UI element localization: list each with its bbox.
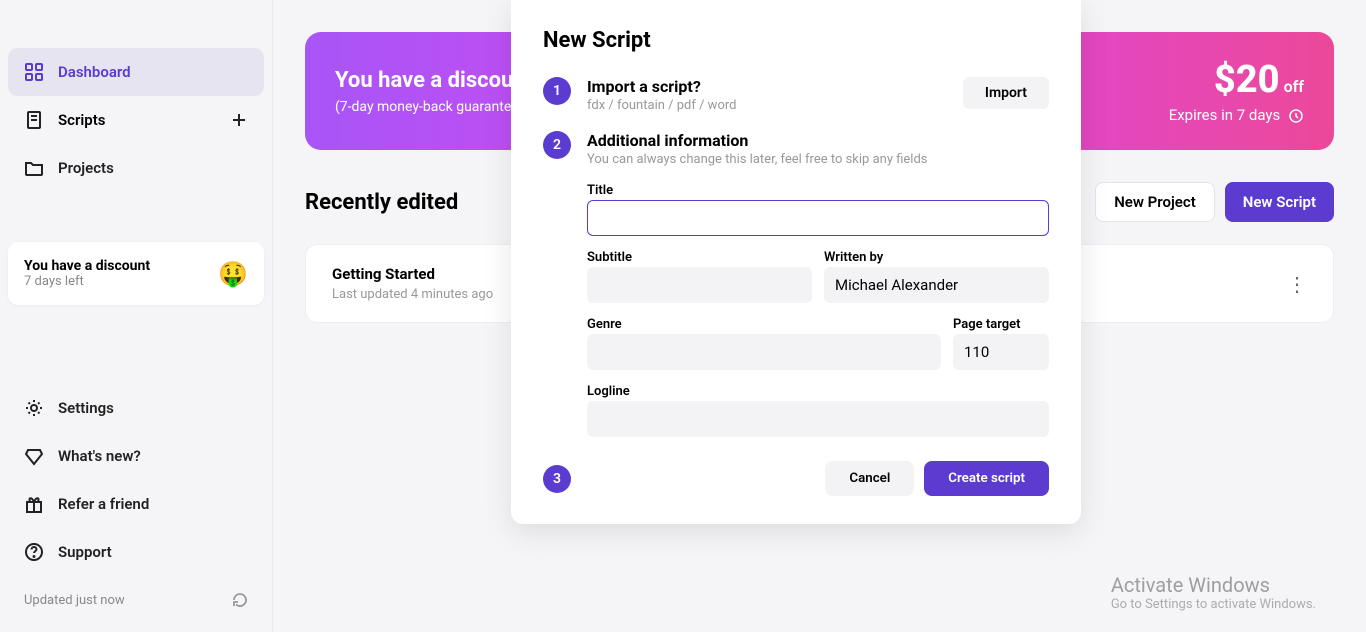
sidebar-item-refer[interactable]: Refer a friend — [8, 480, 264, 528]
sidebar-item-label: Support — [58, 543, 112, 561]
modal-title: New Script — [543, 28, 1049, 53]
card-sub: Last updated 4 minutes ago — [332, 287, 493, 302]
discount-title: You have a discount — [24, 258, 150, 274]
sidebar-item-dashboard[interactable]: Dashboard — [8, 48, 264, 96]
sidebar-item-label: What's new? — [58, 447, 141, 465]
sidebar-item-support[interactable]: Support — [8, 528, 264, 576]
banner-price: $20 — [1214, 58, 1280, 102]
banner-sub: (7-day money-back guarantee) — [335, 99, 533, 115]
title-label: Title — [587, 183, 1049, 198]
step-2-badge: 2 — [543, 131, 571, 159]
sidebar-item-label: Refer a friend — [58, 495, 149, 513]
cancel-button[interactable]: Cancel — [825, 461, 914, 496]
new-project-button[interactable]: New Project — [1095, 182, 1215, 222]
folder-icon — [24, 158, 44, 178]
step-2-title: Additional information — [587, 131, 1049, 150]
refresh-icon[interactable] — [232, 592, 248, 608]
sidebar-item-label: Projects — [58, 159, 114, 177]
sidebar-item-label: Settings — [58, 399, 114, 417]
section-heading: Recently edited — [305, 190, 458, 215]
sidebar: Dashboard Scripts Projects You have a di… — [0, 0, 273, 632]
sidebar-item-settings[interactable]: Settings — [8, 384, 264, 432]
gift-icon — [24, 494, 44, 514]
sidebar-item-whatsnew[interactable]: What's new? — [8, 432, 264, 480]
updated-text: Updated just now — [24, 593, 125, 608]
help-icon — [24, 542, 44, 562]
money-face-icon: 🤑 — [218, 260, 248, 288]
genre-input[interactable] — [587, 334, 941, 370]
gear-icon — [24, 398, 44, 418]
add-script-button[interactable] — [230, 111, 248, 129]
pagetarget-input[interactable] — [953, 334, 1049, 370]
sidebar-item-label: Dashboard — [58, 63, 131, 81]
sidebar-item-scripts[interactable]: Scripts — [8, 96, 264, 144]
writtenby-label: Written by — [824, 250, 1049, 265]
clock-icon — [1288, 108, 1304, 124]
step-1-title: Import a script? — [587, 77, 736, 96]
create-script-button[interactable]: Create script — [924, 461, 1049, 496]
subtitle-input[interactable] — [587, 267, 812, 303]
pagetarget-label: Page target — [953, 317, 1049, 332]
card-title: Getting Started — [332, 265, 493, 283]
step-2-sub: You can always change this later, feel f… — [587, 152, 1049, 167]
discount-sub: 7 days left — [24, 274, 150, 289]
new-script-modal: New Script 1 Import a script? fdx / foun… — [511, 0, 1081, 524]
banner-expires: Expires in 7 days — [1169, 106, 1281, 124]
banner-title: You have a discount — [335, 68, 533, 93]
discount-card[interactable]: You have a discount 7 days left 🤑 — [8, 242, 264, 305]
sidebar-item-label: Scripts — [58, 111, 105, 129]
new-script-button[interactable]: New Script — [1225, 182, 1334, 222]
sidebar-item-projects[interactable]: Projects — [8, 144, 264, 192]
step-1-badge: 1 — [543, 77, 571, 105]
step-3-badge: 3 — [543, 465, 571, 493]
import-button[interactable]: Import — [963, 77, 1049, 109]
writtenby-input[interactable] — [824, 267, 1049, 303]
windows-watermark: Activate Windows Go to Settings to activ… — [1111, 573, 1316, 612]
subtitle-label: Subtitle — [587, 250, 812, 265]
genre-label: Genre — [587, 317, 941, 332]
card-menu-icon[interactable]: ⋮ — [1287, 272, 1307, 296]
logline-label: Logline — [587, 384, 1049, 399]
dashboard-icon — [24, 62, 44, 82]
title-input[interactable] — [587, 200, 1049, 236]
document-icon — [24, 110, 44, 130]
step-1-sub: fdx / fountain / pdf / word — [587, 98, 736, 113]
diamond-icon — [24, 446, 44, 466]
banner-off: off — [1284, 77, 1304, 96]
logline-input[interactable] — [587, 401, 1049, 437]
